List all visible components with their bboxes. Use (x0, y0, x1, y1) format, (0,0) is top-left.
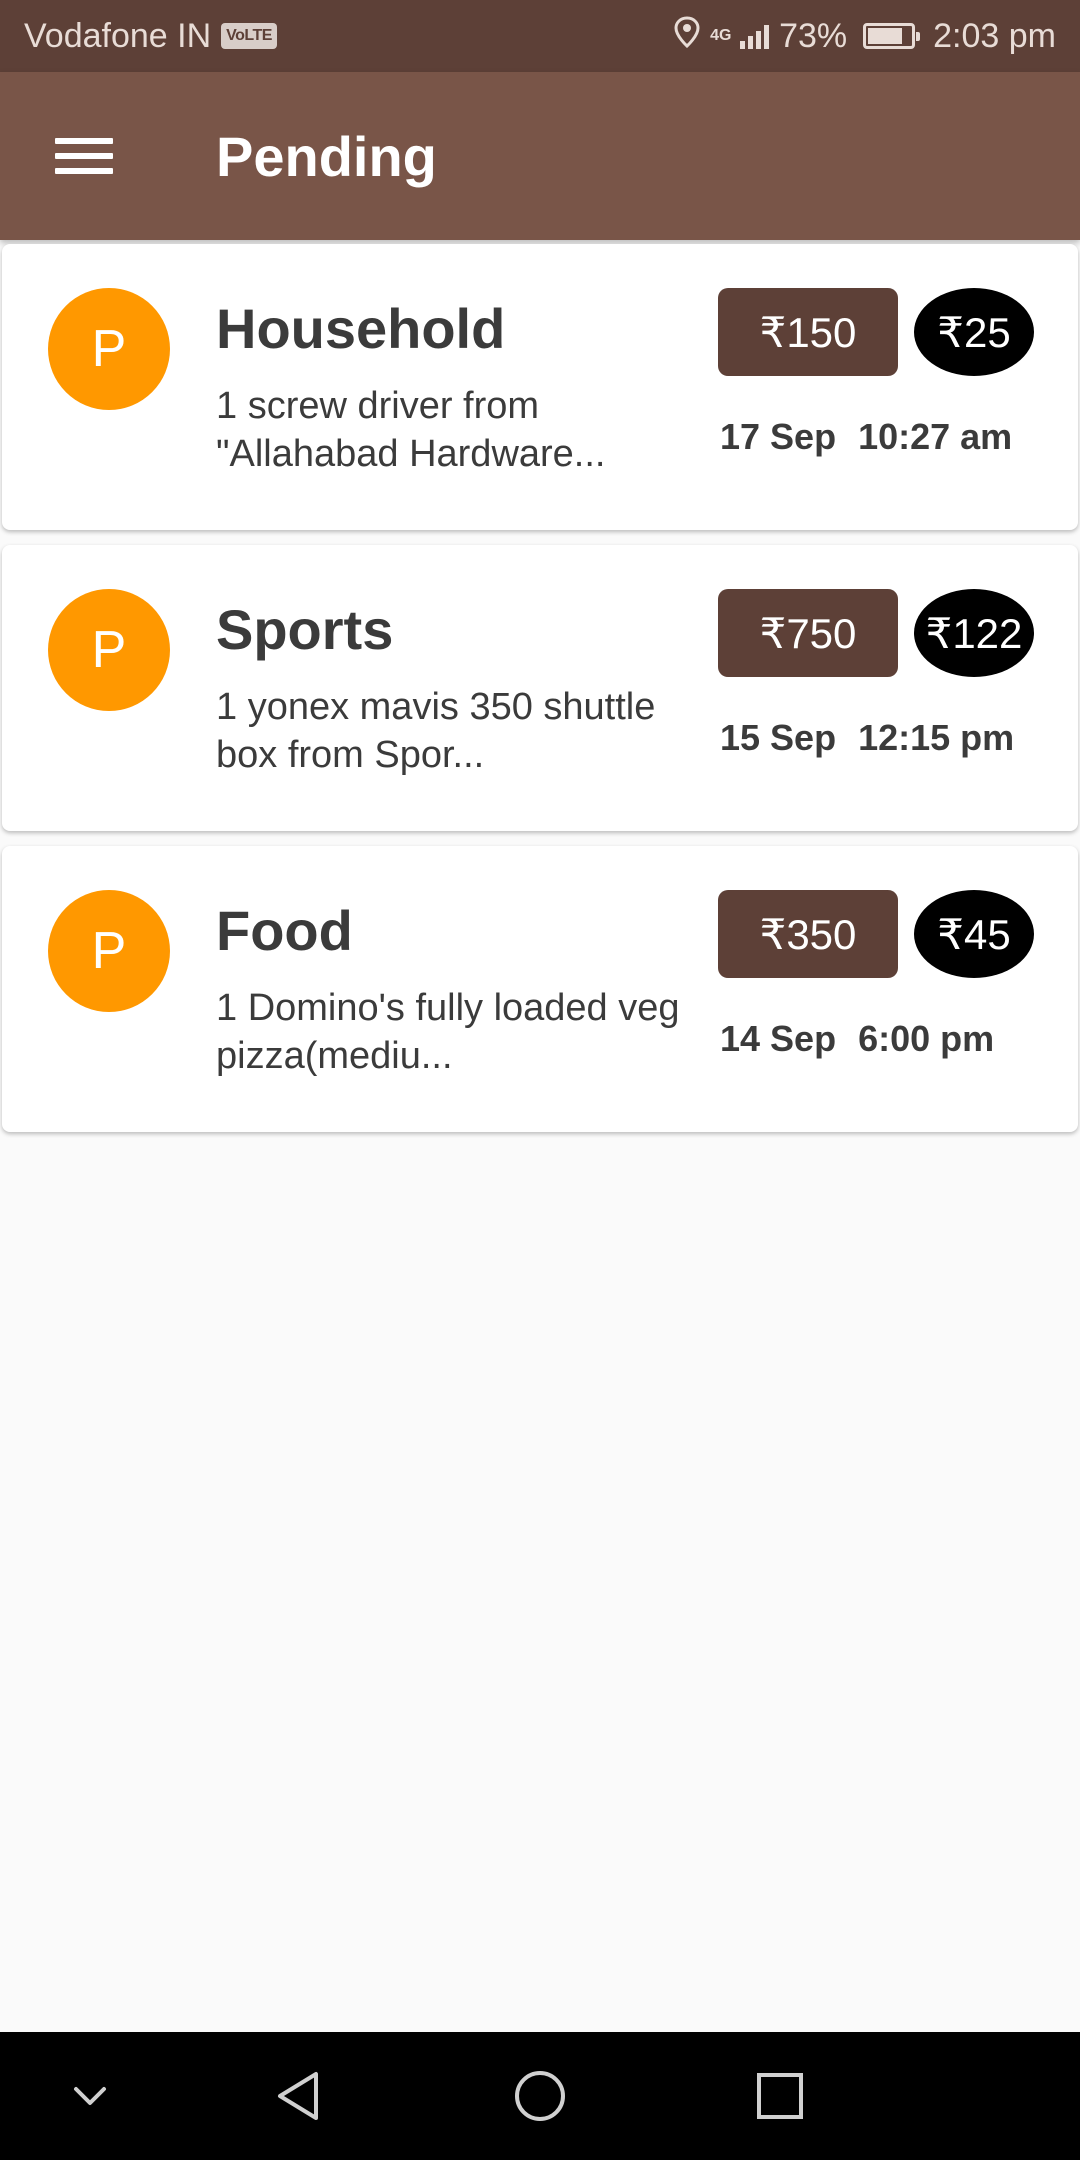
order-category: Food (216, 899, 353, 962)
volte-icon: VoLTE (221, 23, 277, 49)
avatar: P (48, 890, 170, 1012)
hamburger-menu-icon[interactable] (0, 72, 168, 240)
home-icon[interactable] (476, 2032, 604, 2160)
tip-badge: ₹122 (914, 589, 1034, 677)
network-type-icon: 4G (710, 27, 732, 44)
order-description: 1 Domino's fully loaded veg pizza(mediu.… (216, 987, 680, 1077)
avatar: P (48, 288, 170, 410)
chevron-down-icon[interactable] (26, 2032, 154, 2160)
price-badge: ₹350 (718, 890, 898, 978)
signal-icon (740, 23, 770, 49)
page-title: Pending (216, 124, 437, 188)
avatar: P (48, 589, 170, 711)
order-card[interactable]: P Food 1 Domino's fully loaded veg pizza… (2, 846, 1078, 1132)
order-category: Household (216, 297, 506, 360)
recents-icon[interactable] (716, 2032, 844, 2160)
clock: 2:03 pm (933, 16, 1056, 55)
price-badge: ₹150 (718, 288, 898, 376)
order-card[interactable]: P Household 1 screw driver from "Allahab… (2, 244, 1078, 530)
order-category: Sports (216, 598, 394, 661)
battery-icon (863, 23, 921, 49)
tip-badge: ₹45 (914, 890, 1034, 978)
app-bar: Pending (0, 72, 1080, 240)
back-icon[interactable] (236, 2032, 364, 2160)
order-description: 1 yonex mavis 350 shuttle box from Spor.… (216, 686, 656, 776)
order-card[interactable]: P Sports 1 yonex mavis 350 shuttle box f… (2, 545, 1078, 831)
status-left: Vodafone IN VoLTE (24, 17, 277, 56)
order-date: 17 Sep (720, 416, 837, 457)
system-nav-bar (0, 2032, 1080, 2160)
location-icon (674, 15, 700, 57)
battery-percent: 73% (779, 16, 848, 55)
order-datetime: 14 Sep 6:00 pm (720, 1018, 994, 1060)
carrier-name: Vodafone IN (24, 16, 212, 55)
order-time: 10:27 am (858, 416, 1013, 457)
tip-badge: ₹25 (914, 288, 1034, 376)
order-datetime: 15 Sep 12:15 pm (720, 717, 1014, 759)
status-right: 4G 73% 2:03 pm (674, 15, 1056, 57)
order-date: 14 Sep (720, 1018, 837, 1059)
order-datetime: 17 Sep 10:27 am (720, 416, 1012, 458)
price-badge: ₹750 (718, 589, 898, 677)
order-time: 12:15 pm (858, 717, 1015, 758)
status-bar: Vodafone IN VoLTE 4G 73% 2:03 pm (0, 0, 1080, 72)
order-time: 6:00 pm (858, 1018, 995, 1059)
order-description: 1 screw driver from "Allahabad Hardware.… (216, 385, 606, 475)
order-date: 15 Sep (720, 717, 837, 758)
